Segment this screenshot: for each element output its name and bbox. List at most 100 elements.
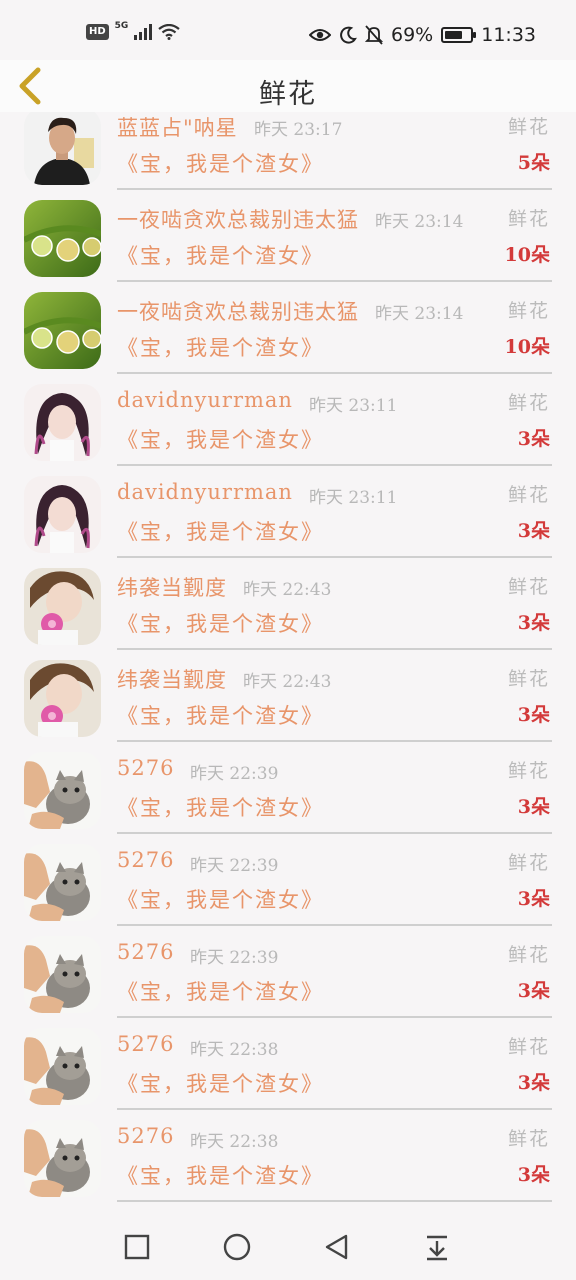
status-left: HD 5G — [86, 21, 181, 40]
timestamp: 昨天 22:39 — [190, 764, 279, 784]
book-title[interactable]: 《宝，我是个渣女》 — [117, 700, 324, 730]
avatar[interactable] — [24, 112, 101, 185]
nav-bar: 鲜花 — [0, 60, 576, 112]
book-title[interactable]: 《宝，我是个渣女》 — [117, 424, 324, 454]
notification-pull-button[interactable] — [422, 1232, 452, 1262]
user-name[interactable]: 5276 — [117, 848, 174, 872]
wifi-icon — [158, 24, 181, 40]
battery-level — [445, 31, 462, 39]
battery-percent: 69% — [391, 24, 434, 46]
book-title[interactable]: 《宝，我是个渣女》 — [117, 792, 324, 822]
gift-type-label: 鲜花 — [507, 116, 550, 138]
battery-icon — [441, 27, 477, 43]
avatar[interactable] — [24, 384, 101, 461]
gift-type-label: 鲜花 — [507, 668, 550, 690]
user-name[interactable]: 一夜啮贪欢总裁别违太猛 — [117, 204, 359, 234]
moon-icon — [340, 26, 357, 44]
avatar[interactable] — [24, 476, 101, 553]
user-name[interactable]: davidnyurrman — [117, 388, 293, 412]
book-title[interactable]: 《宝，我是个渣女》 — [117, 884, 324, 914]
gift-type-label: 鲜花 — [507, 576, 550, 598]
user-name[interactable]: 5276 — [117, 940, 174, 964]
list-item[interactable]: 5276 昨天 22:38 鲜花 《宝，我是个渣女》 3朵 — [0, 1012, 576, 1110]
flower-count: 3朵 — [517, 980, 550, 1002]
book-title[interactable]: 《宝，我是个渣女》 — [117, 1068, 324, 1098]
list-item[interactable]: 一夜啮贪欢总裁别违太猛 昨天 23:14 鲜花 《宝，我是个渣女》 10朵 — [0, 184, 576, 282]
user-name[interactable]: 一夜啮贪欢总裁别违太猛 — [117, 296, 359, 326]
gift-type-label: 鲜花 — [507, 760, 550, 782]
list-item[interactable]: 5276 昨天 22:39 鲜花 《宝，我是个渣女》 3朵 — [0, 920, 576, 1018]
flower-count: 3朵 — [517, 796, 550, 818]
list-item[interactable]: 纬袭当觐度 昨天 22:43 鲜花 《宝，我是个渣女》 3朵 — [0, 644, 576, 742]
signal-icon — [134, 24, 153, 40]
page-title: 鲜花 — [259, 79, 317, 110]
timestamp: 昨天 22:38 — [190, 1132, 279, 1152]
avatar[interactable] — [24, 200, 101, 277]
timestamp: 昨天 22:39 — [190, 856, 279, 876]
timestamp: 昨天 23:14 — [375, 304, 464, 324]
download-icon — [427, 1235, 447, 1261]
home-button[interactable] — [222, 1232, 252, 1262]
user-name[interactable]: 纬袭当觐度 — [117, 664, 227, 694]
recent-apps-button[interactable] — [122, 1232, 152, 1262]
gift-type-label: 鲜花 — [507, 300, 550, 322]
list-item[interactable]: 5276 昨天 22:39 鲜花 《宝，我是个渣女》 3朵 — [0, 736, 576, 834]
avatar[interactable] — [24, 1120, 101, 1197]
user-name[interactable]: 蓝蓝占"呐星 — [117, 112, 238, 142]
flower-count: 3朵 — [517, 1164, 550, 1186]
avatar[interactable] — [24, 752, 101, 829]
book-title[interactable]: 《宝，我是个渣女》 — [117, 976, 324, 1006]
network-label: 5G — [114, 21, 129, 31]
list-item[interactable]: 一夜啮贪欢总裁别违太猛 昨天 23:14 鲜花 《宝，我是个渣女》 10朵 — [0, 276, 576, 374]
gift-type-label: 鲜花 — [507, 1036, 550, 1058]
flower-count: 10朵 — [504, 336, 550, 358]
list-item[interactable]: 蓝蓝占"呐星 昨天 23:17 鲜花 《宝，我是个渣女》 5朵 — [0, 112, 576, 190]
list-item[interactable]: 5276 昨天 22:38 鲜花 《宝，我是个渣女》 3朵 — [0, 1104, 576, 1202]
user-name[interactable]: 5276 — [117, 756, 174, 780]
eye-icon — [309, 29, 331, 41]
status-right: 69% 11:33 — [309, 24, 536, 46]
list-item[interactable]: davidnyurrman 昨天 23:11 鲜花 《宝，我是个渣女》 3朵 — [0, 368, 576, 466]
user-name[interactable]: davidnyurrman — [117, 480, 293, 504]
system-nav-bar — [0, 1214, 576, 1280]
book-title[interactable]: 《宝，我是个渣女》 — [117, 1160, 324, 1190]
flower-count: 3朵 — [517, 428, 550, 450]
list-item[interactable]: 纬袭当觐度 昨天 22:43 鲜花 《宝，我是个渣女》 3朵 — [0, 552, 576, 650]
book-title[interactable]: 《宝，我是个渣女》 — [117, 516, 324, 546]
gift-type-label: 鲜花 — [507, 852, 550, 874]
flower-count: 3朵 — [517, 888, 550, 910]
timestamp: 昨天 23:17 — [254, 120, 343, 140]
timestamp: 昨天 23:14 — [375, 212, 464, 232]
book-title[interactable]: 《宝，我是个渣女》 — [117, 240, 324, 270]
flower-gift-list[interactable]: 蓝蓝占"呐星 昨天 23:17 鲜花 《宝，我是个渣女》 5朵 一夜啮贪欢总裁别… — [0, 112, 576, 1214]
timestamp: 昨天 22:39 — [190, 948, 279, 968]
back-system-button[interactable] — [322, 1232, 352, 1262]
flower-count: 3朵 — [517, 520, 550, 542]
list-item[interactable]: davidnyurrman 昨天 23:11 鲜花 《宝，我是个渣女》 3朵 — [0, 460, 576, 558]
book-title[interactable]: 《宝，我是个渣女》 — [117, 332, 324, 362]
timestamp: 昨天 22:38 — [190, 1040, 279, 1060]
flower-count: 3朵 — [517, 1072, 550, 1094]
avatar[interactable] — [24, 1028, 101, 1105]
divider — [117, 1200, 552, 1202]
timestamp: 昨天 23:11 — [309, 488, 398, 508]
user-name[interactable]: 纬袭当觐度 — [117, 572, 227, 602]
book-title[interactable]: 《宝，我是个渣女》 — [117, 148, 324, 178]
gift-type-label: 鲜花 — [507, 1128, 550, 1150]
triangle-back-icon — [325, 1234, 348, 1260]
avatar[interactable] — [24, 660, 101, 737]
user-name[interactable]: 5276 — [117, 1032, 174, 1056]
user-name[interactable]: 5276 — [117, 1124, 174, 1148]
avatar[interactable] — [24, 936, 101, 1013]
flower-count: 3朵 — [517, 704, 550, 726]
timestamp: 昨天 22:43 — [243, 580, 332, 600]
gift-type-label: 鲜花 — [507, 944, 550, 966]
timestamp: 昨天 22:43 — [243, 672, 332, 692]
list-item[interactable]: 5276 昨天 22:39 鲜花 《宝，我是个渣女》 3朵 — [0, 828, 576, 926]
avatar[interactable] — [24, 292, 101, 369]
book-title[interactable]: 《宝，我是个渣女》 — [117, 608, 324, 638]
avatar[interactable] — [24, 844, 101, 921]
gift-type-label: 鲜花 — [507, 208, 550, 230]
bell-off-icon — [365, 25, 383, 45]
avatar[interactable] — [24, 568, 101, 645]
